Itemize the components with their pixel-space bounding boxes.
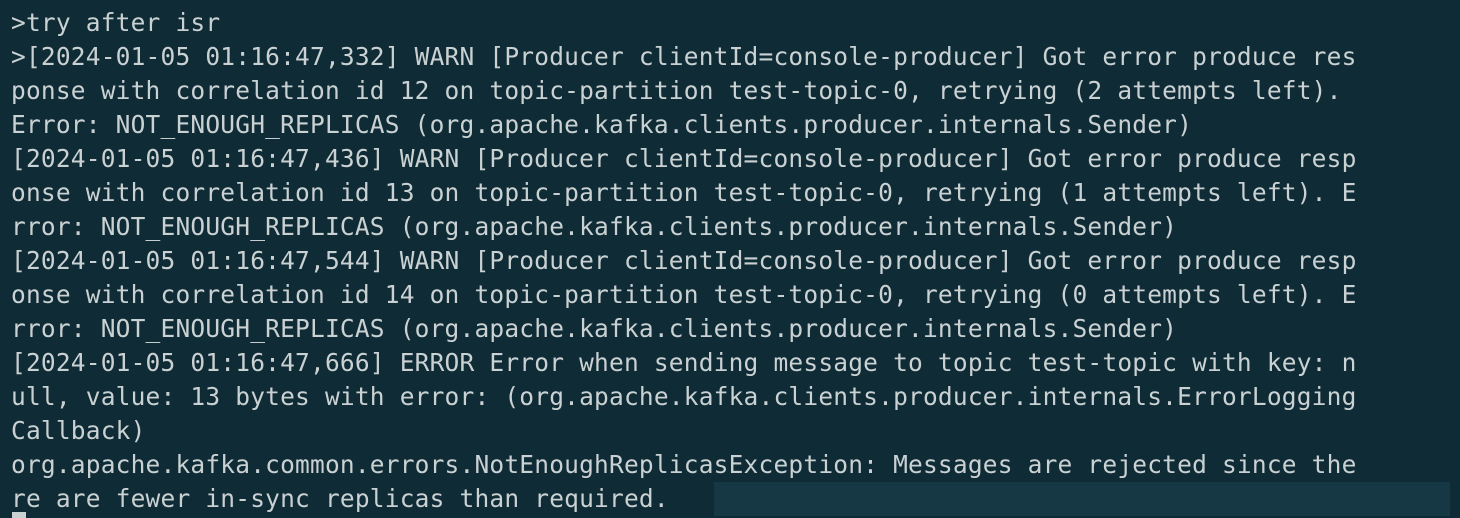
terminal-line: onse with correlation id 13 on topic-par… <box>11 178 1357 207</box>
terminal-line: org.apache.kafka.common.errors.NotEnough… <box>11 450 1357 479</box>
terminal-line: [2024-01-05 01:16:47,544] WARN [Producer… <box>11 246 1357 275</box>
terminal-line: onse with correlation id 14 on topic-par… <box>11 280 1357 309</box>
terminal-line: >[2024-01-05 01:16:47,332] WARN [Produce… <box>11 42 1357 71</box>
terminal-window[interactable]: >try after isr >[2024-01-05 01:16:47,332… <box>0 0 1460 518</box>
terminal-line: re are fewer in-sync replicas than requi… <box>11 484 669 513</box>
terminal-line: Error: NOT_ENOUGH_REPLICAS (org.apache.k… <box>11 110 1193 139</box>
terminal-line: rror: NOT_ENOUGH_REPLICAS (org.apache.ka… <box>11 212 1178 241</box>
terminal-line: rror: NOT_ENOUGH_REPLICAS (org.apache.ka… <box>11 314 1178 343</box>
terminal-line: [2024-01-05 01:16:47,666] ERROR Error wh… <box>11 348 1357 377</box>
terminal-line: Callback) <box>11 416 146 445</box>
terminal-line: >try after isr <box>11 8 221 37</box>
terminal-line: ponse with correlation id 12 on topic-pa… <box>11 76 1342 105</box>
text-cursor <box>12 512 26 518</box>
terminal-line: ull, value: 13 bytes with error: (org.ap… <box>11 382 1357 411</box>
terminal-line: [2024-01-05 01:16:47,436] WARN [Producer… <box>11 144 1357 173</box>
